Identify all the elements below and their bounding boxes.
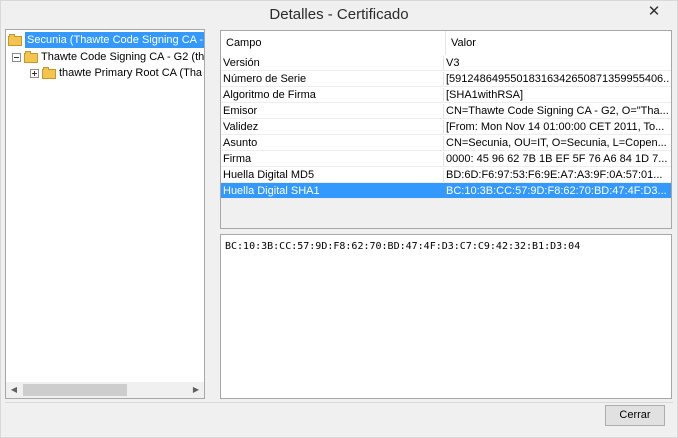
expand-icon[interactable] [30, 69, 39, 78]
tree-node-secunia[interactable]: Secunia (Thawte Code Signing CA - G [8, 32, 204, 48]
table-row[interactable]: Huella Digital MD5 BD:6D:F6:97:53:F6:9E:A… [221, 167, 671, 183]
tree-node-label: thawte Primary Root CA (Tha [59, 67, 203, 79]
title-bar: Detalles - Certificado ✕ [1, 1, 677, 29]
field-name: Algoritmo de Firma [222, 88, 444, 102]
horizontal-scrollbar[interactable]: ◀ ▶ [6, 382, 204, 398]
table-header: Campo Valor [221, 31, 671, 56]
field-value: CN=Secunia, OU=IT, O=Secunia, L=Copen... [446, 137, 667, 149]
scroll-left-icon[interactable]: ◀ [6, 382, 22, 398]
certificate-chain-tree[interactable]: Secunia (Thawte Code Signing CA - G Thaw… [5, 29, 205, 399]
column-header-valor[interactable]: Valor [451, 37, 476, 49]
field-name: Emisor [222, 104, 444, 118]
fields-table: Campo Valor Versión V3 Número de Serie [59… [220, 30, 672, 229]
field-value: V3 [446, 57, 460, 69]
close-button[interactable]: Cerrar [605, 405, 665, 426]
field-name: Huella Digital MD5 [222, 168, 444, 182]
field-name: Firma [222, 152, 444, 166]
field-value: [SHA1withRSA] [446, 89, 524, 101]
column-header-campo[interactable]: Campo [226, 37, 261, 49]
table-row[interactable]: Algoritmo de Firma [SHA1withRSA] [221, 87, 671, 103]
table-row[interactable]: Número de Serie [591248649550183163426508… [221, 71, 671, 87]
scrollbar-thumb[interactable] [23, 384, 127, 396]
footer-divider [5, 402, 673, 403]
field-name: Asunto [222, 136, 444, 150]
field-name: Huella Digital SHA1 [222, 184, 444, 198]
scroll-right-icon[interactable]: ▶ [188, 382, 204, 398]
field-name: Versión [222, 56, 444, 70]
field-detail-text: BC:10:3B:CC:57:9D:F8:62:70:BD:47:4F:D3:C… [225, 241, 581, 252]
table-row[interactable]: Versión V3 [221, 55, 671, 71]
field-value: [59124864955018316342650871359955406... [446, 73, 670, 85]
folder-icon [24, 51, 38, 63]
field-value: CN=Thawte Code Signing CA - G2, O="Tha..… [446, 105, 669, 117]
field-value: 0000: 45 96 62 7B 1B EF 5F 76 A6 84 1D 7… [446, 153, 668, 165]
table-row[interactable]: Firma 0000: 45 96 62 7B 1B EF 5F 76 A6 84… [221, 151, 671, 167]
field-value: BC:10:3B:CC:57:9D:F8:62:70:BD:47:4F:D3..… [446, 185, 667, 197]
column-divider[interactable] [445, 31, 446, 55]
close-icon[interactable]: ✕ [645, 3, 663, 21]
table-row[interactable]: Asunto CN=Secunia, OU=IT, O=Secunia, L=Co… [221, 135, 671, 151]
tree-node-label: Secunia (Thawte Code Signing CA - G [25, 32, 204, 48]
tree-node-thawte-primary-root[interactable]: thawte Primary Root CA (Tha [30, 65, 202, 81]
certificate-details-window: Detalles - Certificado ✕ Secunia (Thawte… [0, 0, 678, 438]
folder-icon [8, 34, 22, 46]
tree-node-label: Thawte Code Signing CA - G2 (tha [41, 51, 205, 63]
tree-node-thawte-code-signing[interactable]: Thawte Code Signing CA - G2 (tha [12, 49, 205, 65]
field-detail-textarea[interactable]: BC:10:3B:CC:57:9D:F8:62:70:BD:47:4F:D3:C… [220, 234, 672, 399]
field-name: Validez [222, 120, 444, 134]
field-value: [From: Mon Nov 14 01:00:00 CET 2011, To.… [446, 121, 665, 133]
field-name: Número de Serie [222, 72, 444, 86]
collapse-icon[interactable] [12, 53, 21, 62]
folder-icon [42, 67, 56, 79]
table-row[interactable]: Emisor CN=Thawte Code Signing CA - G2, O=… [221, 103, 671, 119]
field-value: BD:6D:F6:97:53:F6:9E:A7:A3:9F:0A:57:01..… [446, 169, 663, 181]
table-row[interactable]: Validez [From: Mon Nov 14 01:00:00 CET 20… [221, 119, 671, 135]
window-title: Detalles - Certificado [269, 6, 409, 23]
table-row-selected[interactable]: Huella Digital SHA1 BC:10:3B:CC:57:9D:F8:… [221, 183, 671, 199]
